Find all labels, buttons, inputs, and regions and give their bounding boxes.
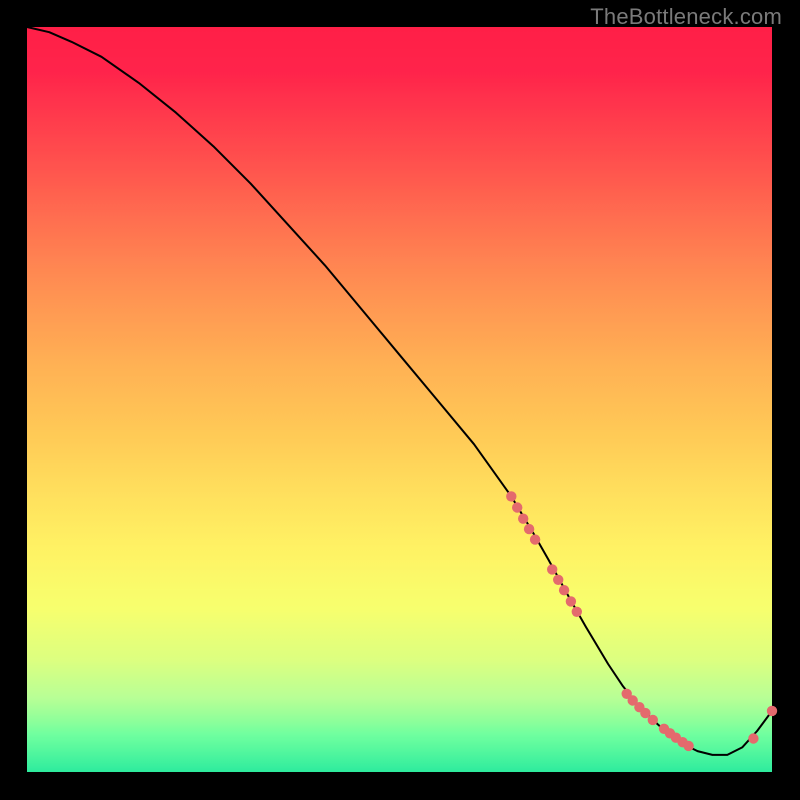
data-marker xyxy=(553,575,563,585)
data-marker xyxy=(518,514,528,524)
bottleneck-curve xyxy=(27,27,772,755)
data-marker xyxy=(572,607,582,617)
markers-group xyxy=(506,491,777,751)
data-marker xyxy=(547,564,557,574)
data-marker xyxy=(683,741,693,751)
data-marker xyxy=(512,502,522,512)
data-marker xyxy=(648,715,658,725)
data-marker xyxy=(559,585,569,595)
data-marker xyxy=(748,733,758,743)
plot-area xyxy=(27,27,772,772)
data-marker xyxy=(506,491,516,501)
data-marker xyxy=(524,524,534,534)
watermark-text: TheBottleneck.com xyxy=(590,4,782,30)
data-marker xyxy=(566,596,576,606)
data-marker xyxy=(530,534,540,544)
data-marker xyxy=(767,706,777,716)
chart-svg xyxy=(27,27,772,772)
chart-frame: TheBottleneck.com xyxy=(0,0,800,800)
